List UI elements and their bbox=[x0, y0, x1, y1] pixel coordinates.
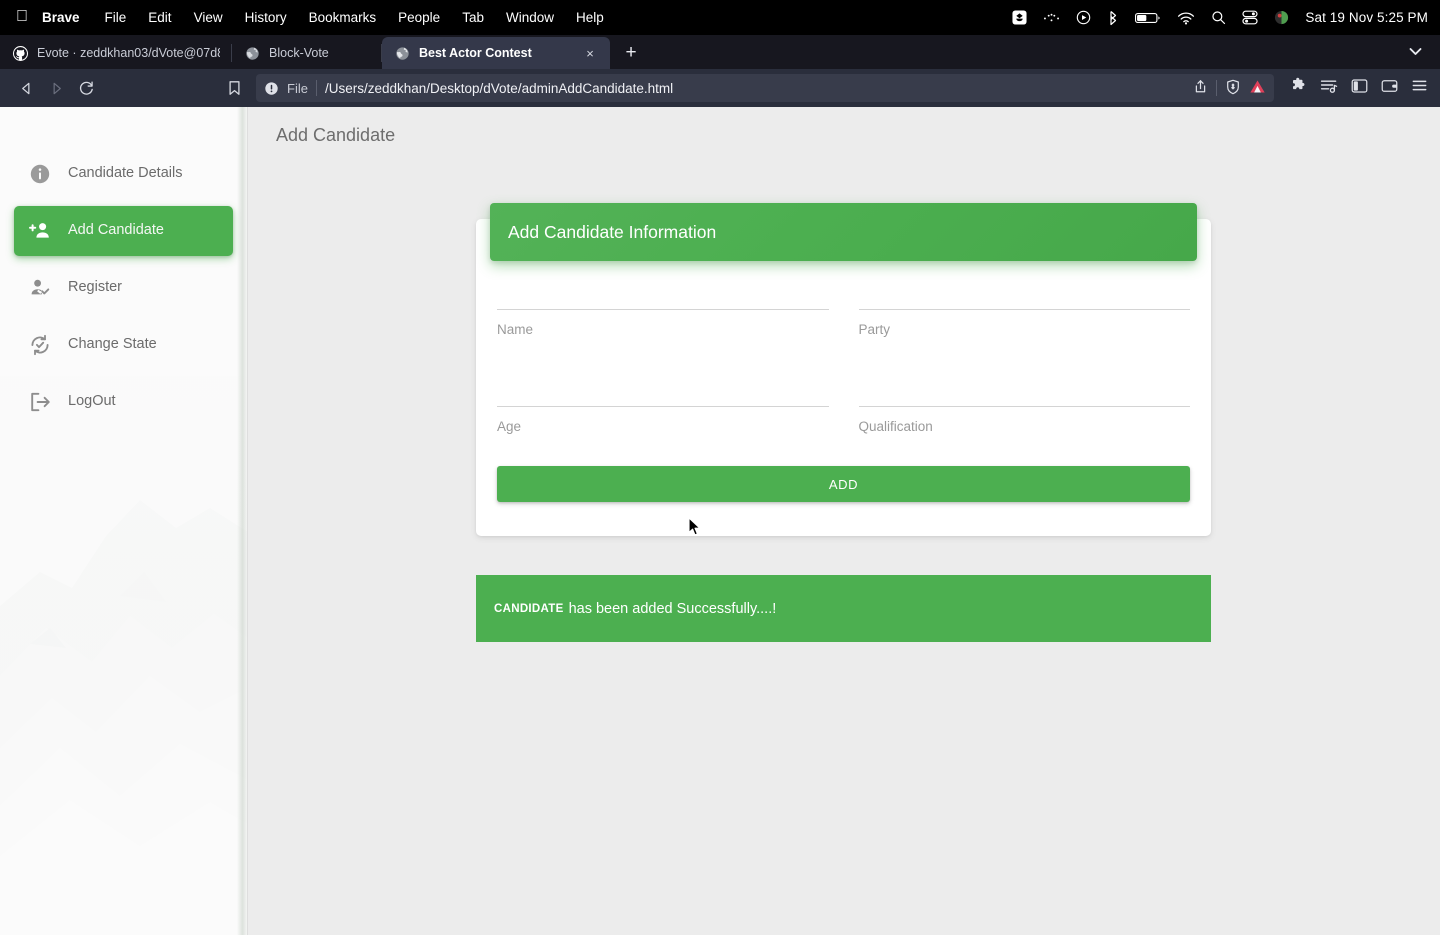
macos-menubar:  Brave File Edit View History Bookmarks… bbox=[0, 0, 1440, 35]
brave-triangle-icon[interactable] bbox=[1249, 79, 1266, 97]
sidebar-item-candidate-details[interactable]: Candidate Details bbox=[14, 149, 233, 199]
browser-chrome: Evote · zeddkhan03/dVote@07d8c3 Block-Vo… bbox=[0, 35, 1440, 107]
sidebar-item-label: LogOut bbox=[68, 393, 116, 410]
menu-item-people[interactable]: People bbox=[387, 10, 451, 25]
sidebar-item-register[interactable]: Register bbox=[14, 263, 233, 313]
brave-shields-icon[interactable] bbox=[1225, 79, 1241, 98]
field-age: Age bbox=[497, 388, 829, 434]
sidebar-item-label: Register bbox=[68, 279, 122, 296]
extensions-puzzle-icon[interactable] bbox=[1290, 77, 1307, 99]
field-name: Name bbox=[497, 291, 829, 388]
sidebar-item-label: Change State bbox=[68, 336, 157, 353]
web-page-viewport: Candidate Details Add Candidate Register… bbox=[0, 107, 1440, 935]
screen-recording-icon[interactable] bbox=[1076, 10, 1091, 25]
field-label-age[interactable]: Age bbox=[497, 407, 829, 434]
field-qualification: Qualification bbox=[858, 388, 1191, 434]
menu-item-brave[interactable]: Brave bbox=[42, 10, 94, 25]
menu-item-file[interactable]: File bbox=[94, 10, 138, 25]
menu-item-window[interactable]: Window bbox=[495, 10, 565, 25]
party-input[interactable] bbox=[859, 337, 1191, 388]
field-label-party[interactable]: Party bbox=[859, 310, 1191, 337]
alert-message: has been added Successfully....! bbox=[568, 600, 777, 617]
hidden-items-icon[interactable] bbox=[1043, 10, 1060, 25]
menubar-items:  Brave File Edit View History Bookmarks… bbox=[16, 8, 615, 26]
address-bar[interactable]: File /Users/zeddkhan/Desktop/dVote/admin… bbox=[256, 74, 1274, 102]
menu-item-tab[interactable]: Tab bbox=[451, 10, 495, 25]
sidebar-nav: Candidate Details Add Candidate Register… bbox=[0, 107, 247, 427]
new-tab-button[interactable]: + bbox=[616, 38, 646, 68]
sidebar-item-label: Add Candidate bbox=[68, 222, 164, 239]
globe-icon bbox=[244, 45, 260, 61]
tab-strip: Evote · zeddkhan03/dVote@07d8c3 Block-Vo… bbox=[0, 35, 1440, 69]
sync-check-icon bbox=[28, 333, 52, 357]
back-button[interactable] bbox=[12, 74, 40, 102]
reload-button[interactable] bbox=[72, 74, 100, 102]
field-party: Party bbox=[858, 291, 1191, 388]
sidebar-item-add-candidate[interactable]: Add Candidate bbox=[14, 206, 233, 256]
person-check-icon bbox=[28, 276, 52, 300]
app-sidebar: Candidate Details Add Candidate Register… bbox=[0, 107, 248, 935]
logout-icon bbox=[28, 390, 52, 414]
wifi-icon[interactable] bbox=[1177, 11, 1195, 25]
browser-tab-block-vote[interactable]: Block-Vote bbox=[232, 37, 382, 69]
tab-title: Block-Vote bbox=[269, 46, 329, 60]
bookmark-icon[interactable] bbox=[220, 74, 248, 102]
bluetooth-icon[interactable] bbox=[1107, 10, 1119, 26]
sidebar-item-change-state[interactable]: Change State bbox=[14, 320, 233, 370]
browser-tab-evote[interactable]: Evote · zeddkhan03/dVote@07d8c3 bbox=[0, 37, 232, 69]
forward-button[interactable] bbox=[42, 74, 70, 102]
spotlight-search-icon[interactable] bbox=[1211, 10, 1226, 25]
card-header-title: Add Candidate Information bbox=[508, 221, 717, 242]
menu-item-history[interactable]: History bbox=[234, 10, 298, 25]
success-alert: CANDIDATE has been added Successfully...… bbox=[476, 575, 1211, 642]
omnibox-separator bbox=[315, 80, 317, 96]
toolbar-right-icons bbox=[1290, 77, 1428, 99]
user-avatar-icon[interactable] bbox=[1274, 10, 1289, 25]
browser-toolbar: File /Users/zeddkhan/Desktop/dVote/admin… bbox=[0, 69, 1440, 107]
page-title: Add Candidate bbox=[276, 125, 396, 145]
sidebar-item-logout[interactable]: LogOut bbox=[14, 377, 233, 427]
dropbox-icon[interactable] bbox=[1012, 10, 1027, 25]
sidebar-icon[interactable] bbox=[1351, 78, 1368, 99]
menu-item-help[interactable]: Help bbox=[565, 10, 615, 25]
omnibox-divider bbox=[1216, 80, 1217, 96]
sidebar-item-label: Candidate Details bbox=[68, 165, 183, 182]
site-info-icon[interactable] bbox=[264, 81, 279, 96]
field-label-name[interactable]: Name bbox=[497, 310, 829, 337]
omnibox-actions bbox=[1193, 79, 1268, 98]
add-candidate-card: Add Candidate Information Name Party Age bbox=[476, 203, 1211, 536]
apple-logo-icon[interactable]:  bbox=[16, 8, 28, 25]
menu-hamburger-icon[interactable] bbox=[1411, 78, 1428, 98]
tabstrip-right-area bbox=[1403, 37, 1440, 69]
info-circle-icon bbox=[28, 162, 52, 186]
menu-item-bookmarks[interactable]: Bookmarks bbox=[298, 10, 388, 25]
chevron-down-icon[interactable] bbox=[1403, 47, 1428, 59]
name-input[interactable] bbox=[497, 337, 829, 388]
card-header: Add Candidate Information bbox=[490, 203, 1197, 261]
menu-item-view[interactable]: View bbox=[183, 10, 234, 25]
github-icon bbox=[12, 45, 28, 61]
tab-title: Evote · zeddkhan03/dVote@07d8c3 bbox=[37, 46, 220, 60]
playlist-icon[interactable] bbox=[1320, 78, 1338, 99]
alert-prefix: CANDIDATE bbox=[494, 602, 564, 615]
browser-tab-best-actor-contest[interactable]: Best Actor Contest × bbox=[382, 37, 610, 69]
candidate-form: Name Party Age Qualification bbox=[476, 291, 1211, 433]
person-add-icon bbox=[28, 219, 52, 243]
menubar-clock[interactable]: Sat 19 Nov 5:25 PM bbox=[1305, 10, 1428, 25]
battery-icon[interactable] bbox=[1135, 11, 1161, 25]
share-icon[interactable] bbox=[1193, 79, 1208, 97]
wallet-icon[interactable] bbox=[1381, 78, 1398, 99]
url-scheme-label: File bbox=[287, 80, 308, 96]
tab-title: Best Actor Contest bbox=[419, 46, 532, 60]
menu-item-edit[interactable]: Edit bbox=[137, 10, 182, 25]
url-text: /Users/zeddkhan/Desktop/dVote/adminAddCa… bbox=[324, 80, 674, 96]
control-center-icon[interactable] bbox=[1242, 10, 1258, 25]
close-icon[interactable]: × bbox=[582, 45, 598, 61]
field-label-qualification[interactable]: Qualification bbox=[859, 407, 1191, 434]
menubar-status-area: Sat 19 Nov 5:25 PM bbox=[1012, 10, 1428, 26]
main-content: Add Candidate Add Candidate Information … bbox=[248, 107, 1440, 935]
add-button[interactable]: ADD bbox=[497, 466, 1190, 502]
globe-icon bbox=[394, 45, 410, 61]
